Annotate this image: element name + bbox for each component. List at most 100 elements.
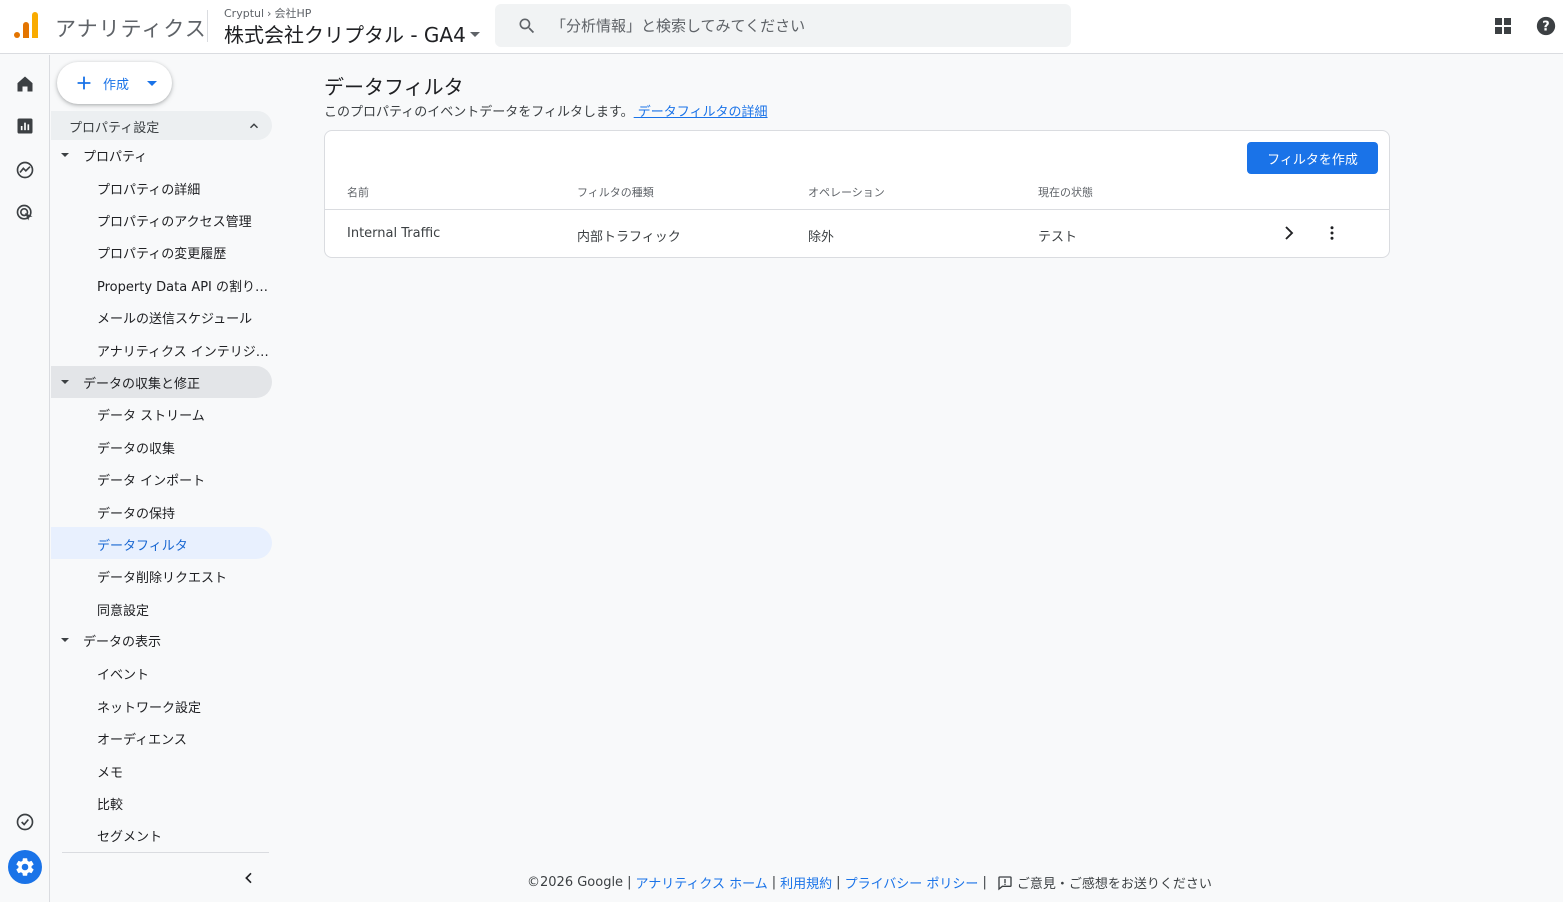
nav-item-consent-settings[interactable]: 同意設定 — [51, 592, 272, 624]
nav-item-audiences[interactable]: オーディエンス — [51, 721, 272, 753]
collapse-nav-icon[interactable] — [237, 866, 261, 890]
apps-grid-icon[interactable] — [1491, 14, 1515, 38]
description-text: このプロパティのイベントデータをフィルタします。 — [324, 105, 634, 120]
cell-filter-name: Internal Traffic — [347, 226, 441, 241]
learn-more-link[interactable]: データフィルタの詳細 — [634, 105, 768, 120]
nav-divider — [62, 852, 269, 853]
footer-link-analytics-home[interactable]: アナリティクス ホーム — [635, 873, 767, 892]
footer-link-privacy[interactable]: プライバシー ポリシー — [845, 873, 979, 892]
nav-item-label: メールの送信スケジュール — [97, 312, 253, 327]
nav-item-label: データの保持 — [97, 507, 176, 522]
nav-item-label: アナリティクス インテリジェンス — [97, 345, 269, 360]
feedback-link[interactable]: ご意見・ご感想をお送りください — [1017, 873, 1212, 892]
admin-nav-panel: 作成 プロパティ設定 プロパティ プロパティの詳細 プロパティのアクセス管理 プ… — [51, 55, 280, 902]
section-title: プロパティ設定 — [69, 121, 160, 136]
nav-group-label: プロパティ — [83, 150, 148, 165]
cell-state: テスト — [1038, 230, 1078, 245]
nav-item-analytics-intelligence[interactable]: アナリティクス インテリジェンス — [51, 333, 272, 365]
top-bar: アナリティクス Cryptul › 会社HP 株式会社クリプタル - GA4 ? — [0, 0, 1563, 54]
nav-item-segments[interactable]: セグメント — [51, 818, 272, 850]
chevron-right-icon[interactable] — [1277, 221, 1301, 245]
footer-link-terms[interactable]: 利用規約 — [780, 873, 832, 892]
expand-triangle-icon — [61, 380, 69, 384]
reports-icon[interactable] — [13, 114, 37, 138]
column-header-operation[interactable]: オペレーション — [808, 184, 885, 200]
nav-item-notes[interactable]: メモ — [51, 754, 272, 786]
nav-item-label: オーディエンス — [97, 733, 187, 748]
nav-item-property-details[interactable]: プロパティの詳細 — [51, 171, 272, 203]
property-settings-header[interactable]: プロパティ設定 — [51, 111, 272, 140]
nav-item-data-import[interactable]: データ インポート — [51, 462, 272, 494]
nav-item-label: プロパティのアクセス管理 — [97, 215, 252, 230]
nav-item-label: ネットワーク設定 — [97, 701, 202, 716]
nav-item-label: 同意設定 — [97, 604, 150, 619]
nav-group-data-display[interactable]: データの表示 — [51, 624, 272, 656]
help-icon[interactable]: ? — [1534, 14, 1558, 38]
header-divider — [207, 10, 208, 42]
svg-text:?: ? — [1542, 20, 1549, 35]
create-button-label: 作成 — [103, 78, 130, 93]
column-header-filter-type[interactable]: フィルタの種類 — [577, 184, 654, 200]
feedback-icon[interactable] — [997, 875, 1013, 891]
nav-item-label: データ インポート — [97, 474, 206, 489]
nav-item-label: メモ — [97, 766, 124, 781]
create-filter-button[interactable]: フィルタを作成 — [1247, 142, 1378, 174]
nav-group-property[interactable]: プロパティ — [51, 139, 272, 171]
nav-item-label: セグメント — [97, 830, 163, 845]
more-vert-icon[interactable] — [1320, 221, 1344, 245]
nav-item-data-filters[interactable]: データフィルタ — [51, 527, 272, 559]
property-selector[interactable]: 株式会社クリプタル - GA4 — [224, 19, 480, 48]
footer-separator: | — [836, 875, 841, 890]
expand-triangle-icon — [61, 638, 69, 642]
nav-item-data-streams[interactable]: データ ストリーム — [51, 397, 272, 429]
column-header-state[interactable]: 現在の状態 — [1038, 184, 1093, 200]
account-name: Cryptul — [224, 6, 265, 20]
dropdown-caret-icon — [147, 81, 157, 86]
app-name[interactable]: アナリティクス — [55, 13, 207, 43]
nav-item-label: データ削除リクエスト — [97, 571, 228, 586]
filters-table-card: フィルタを作成 名前 フィルタの種類 オペレーション 現在の状態 Interna… — [324, 130, 1390, 258]
footer: ©2026 Google | アナリティクス ホーム | 利用規約 | プライバ… — [527, 873, 1212, 892]
footer-separator: | — [982, 875, 987, 890]
column-header-name[interactable]: 名前 — [347, 184, 369, 200]
explore-icon[interactable] — [13, 158, 37, 182]
chevron-right-icon: › — [267, 6, 272, 20]
cell-filter-type: 内部トラフィック — [577, 230, 681, 245]
nav-group-data-collection[interactable]: データの収集と修正 — [51, 366, 272, 398]
chevron-up-icon — [247, 118, 261, 137]
footer-separator: | — [771, 875, 777, 890]
search-input[interactable] — [551, 4, 1051, 47]
plus-icon — [73, 72, 95, 98]
search-bar[interactable] — [495, 4, 1071, 47]
nav-item-label: 比較 — [97, 798, 124, 813]
nav-item-label: イベント — [97, 668, 150, 683]
expand-triangle-icon — [61, 153, 69, 157]
property-name: 株式会社クリプタル - GA4 — [224, 23, 466, 47]
nav-group-label: データの表示 — [83, 635, 162, 650]
cell-operation: 除外 — [808, 230, 835, 245]
admin-gear-icon[interactable] — [8, 850, 42, 884]
create-button[interactable]: 作成 — [57, 62, 172, 104]
nav-item-label: プロパティの詳細 — [97, 183, 201, 198]
nav-item-comparisons[interactable]: 比較 — [51, 786, 272, 818]
nav-item-label: Property Data API の割り当て — [97, 280, 269, 295]
table-header-divider — [325, 209, 1389, 210]
nav-item-property-access[interactable]: プロパティのアクセス管理 — [51, 203, 272, 235]
nav-item-network-settings[interactable]: ネットワーク設定 — [51, 689, 272, 721]
analytics-logo-icon[interactable] — [14, 12, 38, 38]
search-icon — [517, 16, 537, 40]
nav-item-events[interactable]: イベント — [51, 656, 272, 688]
nav-item-property-change-history[interactable]: プロパティの変更履歴 — [51, 235, 272, 267]
nav-item-label: データの収集 — [97, 442, 176, 457]
advertising-icon[interactable] — [13, 201, 37, 225]
nav-item-data-retention[interactable]: データの保持 — [51, 495, 272, 527]
insights-check-icon[interactable] — [13, 810, 37, 834]
page-title: データフィルタ — [324, 75, 464, 99]
page-description: このプロパティのイベントデータをフィルタします。 データフィルタの詳細 — [324, 101, 768, 120]
dropdown-caret-icon — [469, 32, 480, 37]
nav-item-data-deletion[interactable]: データ削除リクエスト — [51, 559, 272, 591]
home-icon[interactable] — [13, 72, 37, 96]
nav-item-data-collection[interactable]: データの収集 — [51, 430, 272, 462]
nav-item-data-api-quota[interactable]: Property Data API の割り当て — [51, 268, 272, 300]
nav-item-email-schedule[interactable]: メールの送信スケジュール — [51, 300, 272, 332]
